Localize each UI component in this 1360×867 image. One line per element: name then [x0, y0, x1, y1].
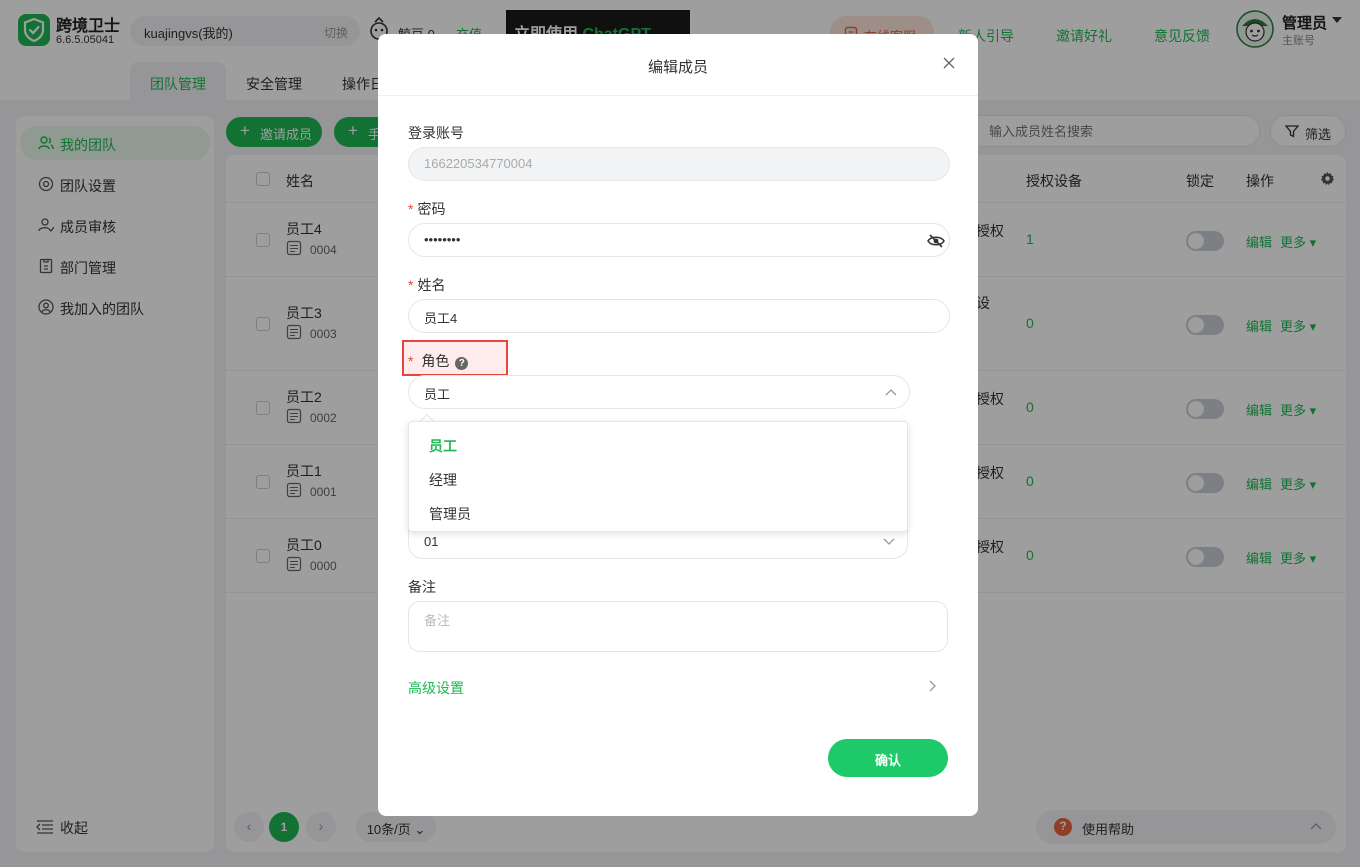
- role-option-manager[interactable]: 经理: [409, 460, 907, 494]
- role-dropdown-menu: 员工 经理 管理员: [408, 421, 908, 532]
- dialog-header: 编辑成员: [378, 34, 978, 96]
- password-value: ••••••••: [424, 232, 461, 247]
- role-option-admin[interactable]: 管理员: [409, 494, 907, 528]
- question-icon[interactable]: ?: [455, 357, 469, 370]
- department-select[interactable]: 01: [408, 529, 908, 559]
- login-account-field: 166220534770004: [408, 147, 950, 181]
- password-field[interactable]: ••••••••: [408, 223, 950, 257]
- login-account-label: 登录账号: [408, 125, 464, 141]
- advanced-settings-link[interactable]: 高级设置: [408, 678, 464, 698]
- role-option-employee[interactable]: 员工: [409, 426, 907, 460]
- remark-box: [408, 601, 948, 652]
- name-label-text: 姓名: [417, 277, 446, 293]
- role-label: * 角色?: [408, 351, 469, 371]
- name-field[interactable]: 员工4: [408, 299, 950, 333]
- dialog-title: 编辑成员: [647, 59, 708, 76]
- close-icon[interactable]: [942, 56, 956, 70]
- role-selected-value: 员工: [424, 387, 451, 402]
- remark-textarea[interactable]: [424, 610, 934, 644]
- required-mark: *: [408, 353, 414, 369]
- chevron-down-icon: [883, 538, 895, 545]
- confirm-button[interactable]: 确认: [828, 739, 948, 777]
- chevron-up-icon: [885, 389, 897, 396]
- chevron-right-icon[interactable]: [928, 680, 936, 692]
- password-label-text: 密码: [417, 201, 446, 217]
- role-label-text: 角色: [421, 353, 450, 369]
- password-label: * 密码: [408, 199, 445, 219]
- required-mark: *: [408, 201, 414, 217]
- remark-label: 备注: [408, 579, 436, 595]
- required-mark: *: [408, 277, 414, 293]
- name-label: * 姓名: [408, 275, 445, 295]
- role-select[interactable]: 员工: [408, 375, 910, 409]
- department-selected-value: 01: [424, 534, 439, 549]
- eye-hidden-icon[interactable]: [927, 234, 945, 248]
- edit-member-dialog: 编辑成员 登录账号 166220534770004 * 密码 •••••••• *…: [378, 34, 978, 816]
